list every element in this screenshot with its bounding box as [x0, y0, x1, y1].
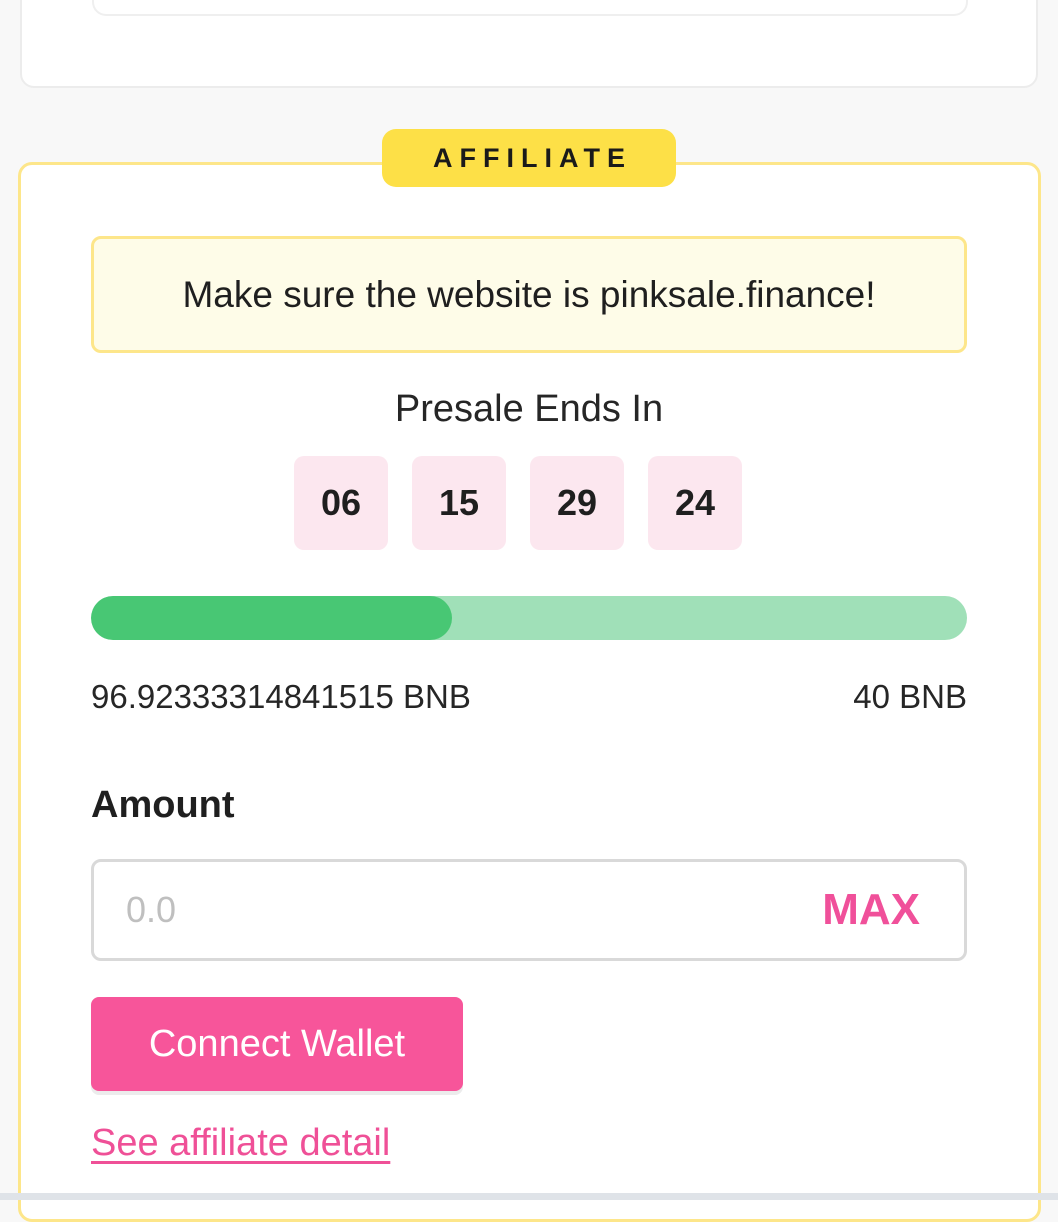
security-notice: Make sure the website is pinksale.financ…: [91, 236, 967, 353]
affiliate-badge: AFFILIATE: [382, 129, 676, 187]
bottom-edge: [0, 1193, 1058, 1200]
presale-timer-label: Presale Ends In: [394, 388, 664, 430]
previous-card: [20, 0, 1038, 88]
countdown-days: 06: [294, 456, 388, 550]
hard-cap-amount: 40 BNB: [853, 678, 967, 715]
security-notice-text: Make sure the website is pinksale.financ…: [182, 273, 876, 315]
see-affiliate-detail-link[interactable]: See affiliate detail: [91, 1122, 390, 1165]
presale-progress-bar: [91, 596, 967, 640]
max-button[interactable]: MAX: [822, 862, 920, 958]
amount-label: Amount: [91, 784, 235, 826]
raised-amount: 96.92333314841515 BNB: [91, 678, 471, 715]
countdown-minutes: 29: [530, 456, 624, 550]
presale-progress-fill: [91, 596, 452, 640]
previous-card-inner-box: [92, 0, 968, 16]
connect-wallet-button[interactable]: Connect Wallet: [91, 997, 463, 1091]
countdown-seconds: 24: [648, 456, 742, 550]
amount-field: MAX: [91, 859, 967, 961]
countdown-hours: 15: [412, 456, 506, 550]
countdown-timer: 06 15 29 24: [294, 456, 742, 550]
amount-input[interactable]: [126, 862, 766, 958]
